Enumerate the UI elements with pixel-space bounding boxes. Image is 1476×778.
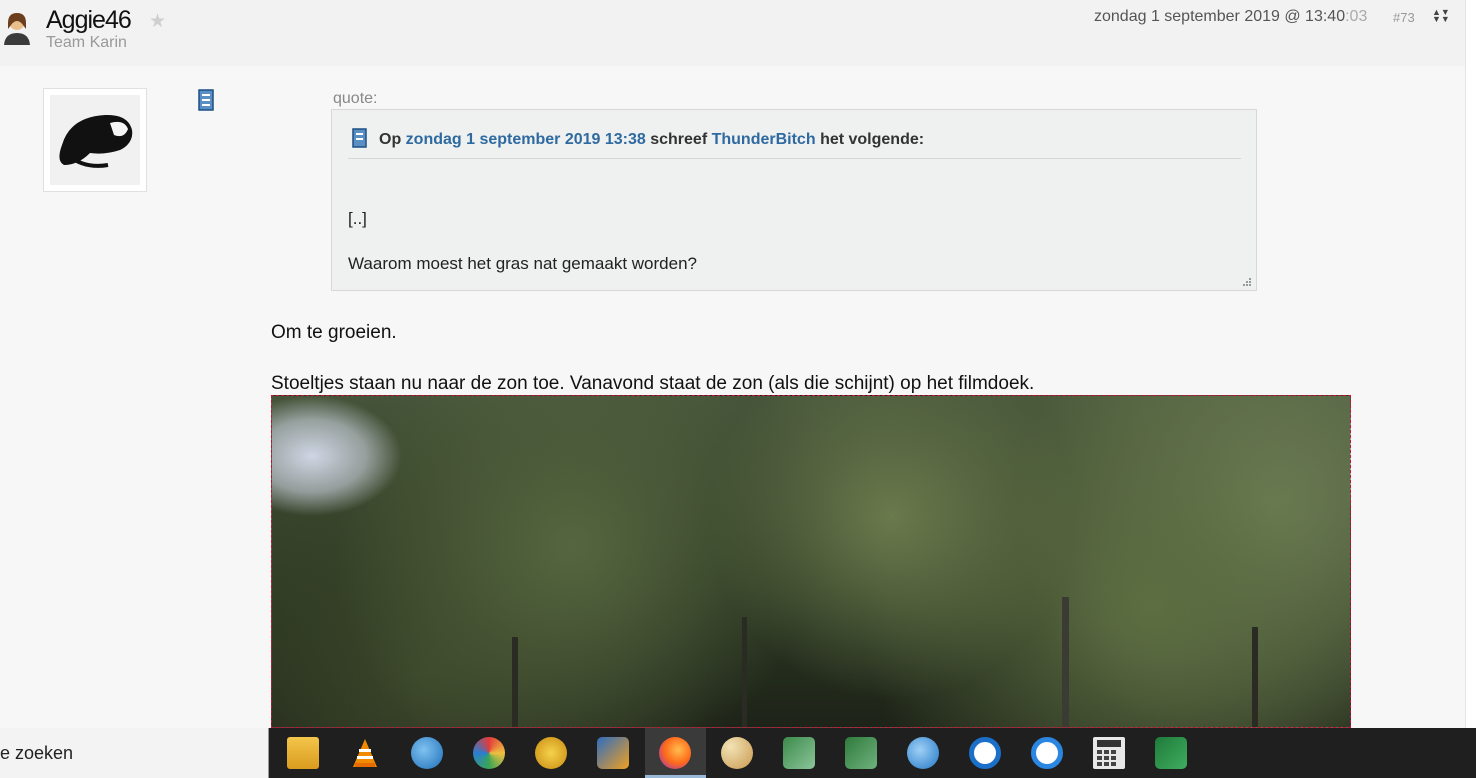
mail-icon[interactable] xyxy=(907,737,939,769)
post-date-seconds: :03 xyxy=(1345,8,1368,25)
excel-icon[interactable] xyxy=(1155,737,1187,769)
quote-line-question: Waarom moest het gras nat gemaakt worden… xyxy=(348,254,697,273)
document-icon[interactable] xyxy=(197,88,215,112)
post-text-1: Om te groeien. xyxy=(271,322,397,343)
quote-document-icon[interactable] xyxy=(352,128,368,148)
quote-label: quote: xyxy=(333,90,378,107)
taskbar: e zoeken xyxy=(0,728,1476,778)
quote-date-link[interactable]: zondag 1 september 2019 13:38 xyxy=(406,131,646,148)
avatar xyxy=(43,88,147,192)
username[interactable]: Aggie46 xyxy=(46,6,132,35)
excel-green-icon[interactable] xyxy=(845,737,877,769)
thunderbird-icon[interactable] xyxy=(411,737,443,769)
taskbar-search-box[interactable]: e zoeken xyxy=(0,728,269,778)
post-text-2: Stoeltjes staan nu naar de zon toe. Vana… xyxy=(271,373,1035,394)
app-blue-icon[interactable] xyxy=(969,737,1001,769)
app-g-icon[interactable] xyxy=(1031,737,1063,769)
vlc-icon[interactable] xyxy=(349,737,381,769)
cat-avatar-icon xyxy=(59,114,133,168)
quote-prefix: Op xyxy=(379,131,402,148)
firefox-icon[interactable] xyxy=(659,737,691,769)
team-label: Team Karin xyxy=(46,34,127,51)
post-header: Aggie46 ★ Team Karin zondag 1 september … xyxy=(0,0,1476,66)
file-explorer-icon[interactable] xyxy=(287,737,319,769)
davinci-icon[interactable] xyxy=(535,737,567,769)
excel-red-icon[interactable] xyxy=(783,737,815,769)
post-date: zondag 1 september 2019 @ 13:40:03 xyxy=(1094,8,1367,26)
taskbar-search-text: e zoeken xyxy=(0,743,74,763)
quote-header: Op zondag 1 september 2019 13:38 schreef… xyxy=(348,128,1241,159)
star-icon[interactable]: ★ xyxy=(149,10,166,33)
quote-line-ellipsis: [..] xyxy=(348,209,367,228)
photoscape-icon[interactable] xyxy=(473,737,505,769)
trees-photo[interactable] xyxy=(271,395,1351,728)
quote-middle: schreef xyxy=(650,131,708,148)
quote-author-link[interactable]: ThunderBitch xyxy=(712,131,816,148)
user-icon xyxy=(4,13,30,45)
paint-icon[interactable] xyxy=(721,737,753,769)
quote-suffix: het volgende: xyxy=(820,131,925,148)
quote-box: Op zondag 1 september 2019 13:38 schreef… xyxy=(331,109,1257,291)
up-down-arrows-icon[interactable]: ▲▼ ▼▼ xyxy=(1432,8,1450,24)
resize-grip-icon[interactable] xyxy=(1242,277,1252,287)
post-number[interactable]: #73 xyxy=(1393,10,1415,25)
post-date-main: zondag 1 september 2019 @ 13:40 xyxy=(1094,8,1346,25)
calculator-icon[interactable] xyxy=(1093,737,1125,769)
paint-shop-icon[interactable] xyxy=(597,737,629,769)
scrollbar[interactable] xyxy=(1465,0,1476,728)
